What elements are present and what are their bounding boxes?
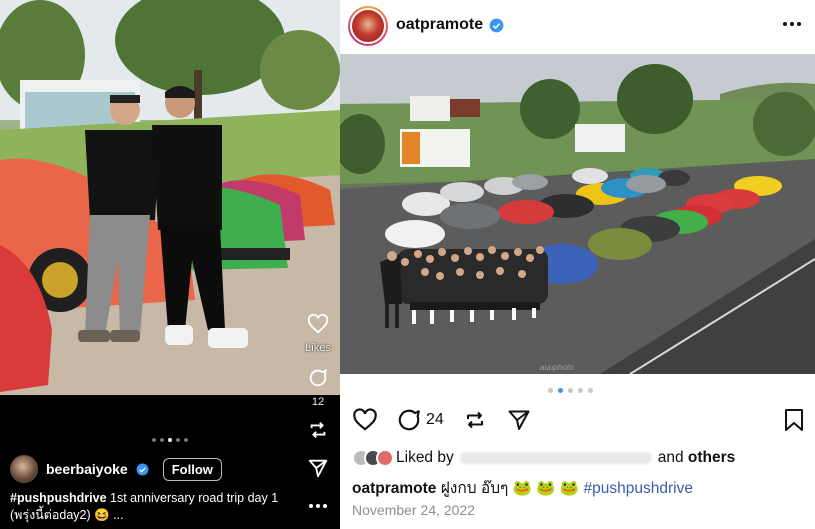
heart-icon[interactable] [352, 407, 378, 433]
carousel-dot-active [168, 438, 172, 442]
left-post-photo[interactable] [0, 0, 340, 395]
caption-hashtag[interactable]: #pushpushdrive [10, 491, 107, 505]
repost-icon[interactable] [306, 418, 330, 442]
caption-hashtag[interactable]: #pushpushdrive [584, 480, 693, 497]
avatar [350, 8, 386, 44]
send-icon[interactable] [306, 456, 330, 480]
carousel-dot [160, 438, 164, 442]
carousel-dot [548, 388, 553, 393]
liked-by-avatars[interactable] [352, 449, 394, 467]
carousel-dot [184, 438, 188, 442]
bookmark-icon[interactable] [781, 407, 807, 433]
liked-by-others-link[interactable]: others [688, 449, 735, 467]
left-username[interactable]: beerbaiyoke [46, 461, 128, 477]
story-avatar[interactable] [348, 6, 388, 46]
repost-icon[interactable] [462, 407, 488, 433]
post-photo[interactable]: auuphoto [340, 54, 815, 374]
photo-watermark: auuphoto [540, 363, 574, 372]
left-side-actions: Likes 12 [296, 312, 340, 518]
carousel-dot [588, 388, 593, 393]
carousel-dot [176, 438, 180, 442]
caption-username[interactable]: oatpramote [352, 480, 436, 497]
comment-icon[interactable] [396, 407, 422, 433]
more-icon[interactable] [306, 494, 330, 518]
left-post-panel: Likes 12 beerbaiyoke Follow #pushpushdri… [0, 0, 340, 529]
left-photo-illustration [0, 0, 340, 395]
heart-icon[interactable] [306, 312, 330, 336]
right-post-panel: oatpramote auuphoto 24 Liked by and othe… [340, 0, 815, 529]
left-caption: #pushpushdrive 1st anniversary road trip… [10, 490, 300, 524]
left-carousel-dots [152, 438, 188, 442]
comment-icon[interactable] [306, 366, 330, 390]
follow-button[interactable]: Follow [162, 457, 222, 481]
verified-icon [136, 463, 149, 475]
carousel-dot-active [558, 388, 563, 393]
verified-icon [489, 18, 504, 32]
liked-by-row: Liked by and others [352, 449, 735, 467]
carousel-dot [568, 388, 573, 393]
comment-count: 24 [426, 411, 444, 428]
avatar [376, 449, 394, 467]
comments-count: 12 [311, 396, 325, 408]
caption-text: ฝูงกบ อ๊บๆ 🐸 🐸 🐸 [436, 480, 584, 497]
likes-label: Likes [305, 342, 331, 354]
username-text: oatpramote [396, 16, 484, 33]
avatar[interactable] [10, 455, 38, 483]
carousel-dots [548, 388, 593, 393]
post-photo-illustration: auuphoto [340, 54, 815, 374]
post-date: November 24, 2022 [352, 502, 475, 518]
liked-by-prefix: Liked by [396, 449, 454, 466]
liked-by-user-blurred[interactable] [459, 452, 652, 464]
post-actions: 24 [352, 406, 807, 434]
carousel-dot [152, 438, 156, 442]
post-username[interactable]: oatpramote [396, 16, 504, 34]
post-caption: oatpramote ฝูงกบ อ๊บๆ 🐸 🐸 🐸 #pushpushdri… [352, 475, 693, 500]
post-header: oatpramote [340, 0, 815, 54]
carousel-dot [578, 388, 583, 393]
left-author-row: beerbaiyoke Follow [10, 455, 222, 483]
send-icon[interactable] [506, 407, 532, 433]
liked-by-suffix: and [657, 449, 684, 466]
more-icon[interactable] [779, 14, 805, 34]
